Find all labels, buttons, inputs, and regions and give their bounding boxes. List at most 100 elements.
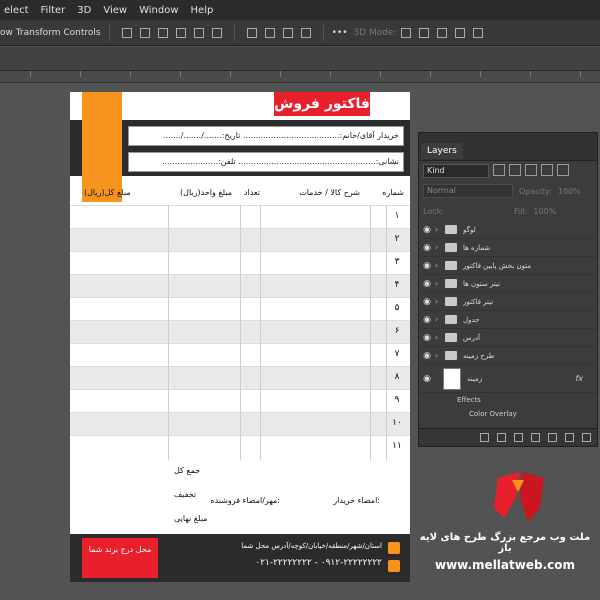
effect-item-label: Color Overlay <box>469 410 517 418</box>
fx-icon[interactable]: fx <box>575 374 583 383</box>
layer-background[interactable]: ◉ زمینه fx <box>419 365 597 393</box>
column-divider <box>240 205 241 460</box>
divider <box>233 24 235 41</box>
chevron-right-icon[interactable]: › <box>435 351 445 360</box>
add-mask-icon[interactable] <box>514 433 523 442</box>
add-style-icon[interactable] <box>497 433 506 442</box>
link-layers-icon[interactable] <box>480 433 489 442</box>
menu-help[interactable]: Help <box>187 5 222 16</box>
options-bar: ow Transform Controls ••• 3D Mode: <box>0 20 600 46</box>
more-options-icon[interactable]: ••• <box>332 28 348 38</box>
divider <box>322 24 324 41</box>
layer-thumbnail <box>443 367 461 390</box>
chevron-right-icon[interactable]: › <box>435 297 445 306</box>
document-tab-strip <box>0 47 600 71</box>
col-number: شماره <box>382 188 404 197</box>
watermark-text: ملت وب مرجع بزرگ طرح های لایه باز www.me… <box>412 532 598 572</box>
layer-group[interactable]: ◉ › جدول <box>419 311 597 329</box>
folder-icon <box>445 333 457 342</box>
distribute-icon[interactable] <box>282 27 293 38</box>
layer-group[interactable]: ◉ › طرح زمینه <box>419 347 597 365</box>
chevron-right-icon[interactable]: › <box>435 315 445 324</box>
column-divider <box>260 205 261 460</box>
layer-name: آدرس <box>463 333 480 342</box>
chevron-right-icon[interactable]: › <box>435 243 445 252</box>
address-field: نشانی:..................................… <box>128 152 404 172</box>
opacity-label: Opacity: <box>519 186 552 196</box>
horizontal-ruler <box>0 71 600 83</box>
folder-icon <box>445 351 457 360</box>
align-left-icon[interactable] <box>121 27 132 38</box>
visibility-eye-icon[interactable]: ◉ <box>419 243 435 253</box>
chevron-right-icon[interactable]: › <box>435 333 445 342</box>
visibility-eye-icon[interactable]: ◉ <box>419 351 435 361</box>
fill-value[interactable]: 100% <box>533 207 556 216</box>
menu-select[interactable]: elect <box>0 5 37 16</box>
chevron-right-icon[interactable]: › <box>435 279 445 288</box>
pan-3d-icon <box>436 27 447 38</box>
align-right-icon[interactable] <box>157 27 168 38</box>
visibility-eye-icon[interactable]: ◉ <box>419 261 435 271</box>
layer-group[interactable]: ◉ › لوگو <box>419 221 597 239</box>
chevron-right-icon[interactable]: › <box>435 261 445 270</box>
visibility-eye-icon[interactable]: ◉ <box>419 225 435 235</box>
opacity-value[interactable]: 100% <box>558 187 581 196</box>
align-center-icon[interactable] <box>139 27 150 38</box>
new-group-icon[interactable] <box>548 433 557 442</box>
blend-row: Normal Opacity: 100% <box>419 181 597 201</box>
lock-label: Lock: <box>423 206 444 216</box>
type-filter-icon[interactable] <box>525 164 537 176</box>
menu-filter[interactable]: Filter <box>37 5 74 16</box>
shape-filter-icon[interactable] <box>541 164 553 176</box>
distribute-icon[interactable] <box>264 27 275 38</box>
col-total: مبلغ کل(ریال) <box>84 188 131 197</box>
kind-filter-select[interactable]: Kind <box>423 164 489 178</box>
blend-mode-select[interactable]: Normal <box>423 184 513 198</box>
trash-icon[interactable] <box>582 433 591 442</box>
layer-name: لوگو <box>463 225 476 234</box>
layer-group[interactable]: ◉ › تیتر فاکتور <box>419 293 597 311</box>
buyer-signature-label: امضاء خریدار: <box>333 496 380 505</box>
align-top-icon[interactable] <box>175 27 186 38</box>
visibility-eye-icon[interactable]: ◉ <box>419 279 435 289</box>
effects-row[interactable]: Effects <box>419 393 597 407</box>
table-header: شماره شرح کالا / خدمات تعداد مبلغ واحد(ر… <box>70 184 410 204</box>
pixel-filter-icon[interactable] <box>493 164 505 176</box>
effect-item-row[interactable]: Color Overlay <box>419 407 597 421</box>
chevron-right-icon[interactable]: › <box>435 225 445 234</box>
layer-group[interactable]: ◉ › تیتر ستون ها <box>419 275 597 293</box>
layer-group[interactable]: ◉ › شماره ها <box>419 239 597 257</box>
smart-object-filter-icon[interactable] <box>557 164 569 176</box>
visibility-eye-icon[interactable]: ◉ <box>419 333 435 343</box>
adjustment-layer-icon[interactable] <box>531 433 540 442</box>
layer-group[interactable]: ◉ › آدرس <box>419 329 597 347</box>
folder-icon <box>445 261 457 270</box>
menu-window[interactable]: Window <box>135 5 186 16</box>
align-bottom-icon[interactable] <box>211 27 222 38</box>
transform-controls-checkbox[interactable]: ow Transform Controls <box>0 28 101 38</box>
menu-3d[interactable]: 3D <box>73 5 99 16</box>
visibility-eye-icon[interactable]: ◉ <box>419 315 435 325</box>
layer-filter-row: Kind <box>419 161 597 181</box>
folder-icon <box>445 225 457 234</box>
adjustment-filter-icon[interactable] <box>509 164 521 176</box>
fill-label: Fill: <box>513 206 528 216</box>
invoice-title: فاکتور فروش <box>274 92 370 116</box>
layer-group[interactable]: ◉ › متون بخش پایین فاکتور <box>419 257 597 275</box>
align-middle-icon[interactable] <box>193 27 204 38</box>
tab-layers[interactable]: Layers <box>421 143 463 159</box>
invoice-canvas[interactable]: فاکتور فروش خریدار آقای/خانم:...........… <box>70 92 410 582</box>
filter-tools <box>489 164 569 178</box>
layer-name: شماره ها <box>463 243 491 252</box>
visibility-eye-icon[interactable]: ◉ <box>419 297 435 307</box>
roll-3d-icon <box>418 27 429 38</box>
distribute-icon[interactable] <box>300 27 311 38</box>
menu-view[interactable]: View <box>99 5 135 16</box>
3d-mode-label: 3D Mode: <box>353 27 397 38</box>
distribute-icon[interactable] <box>246 27 257 38</box>
new-layer-icon[interactable] <box>565 433 574 442</box>
visibility-eye-icon[interactable]: ◉ <box>419 374 435 384</box>
watermark-tagline: ملت وب مرجع بزرگ طرح های لایه باز <box>419 532 591 554</box>
layer-name: زمینه <box>467 374 483 383</box>
col-description: شرح کالا / خدمات <box>299 188 360 197</box>
